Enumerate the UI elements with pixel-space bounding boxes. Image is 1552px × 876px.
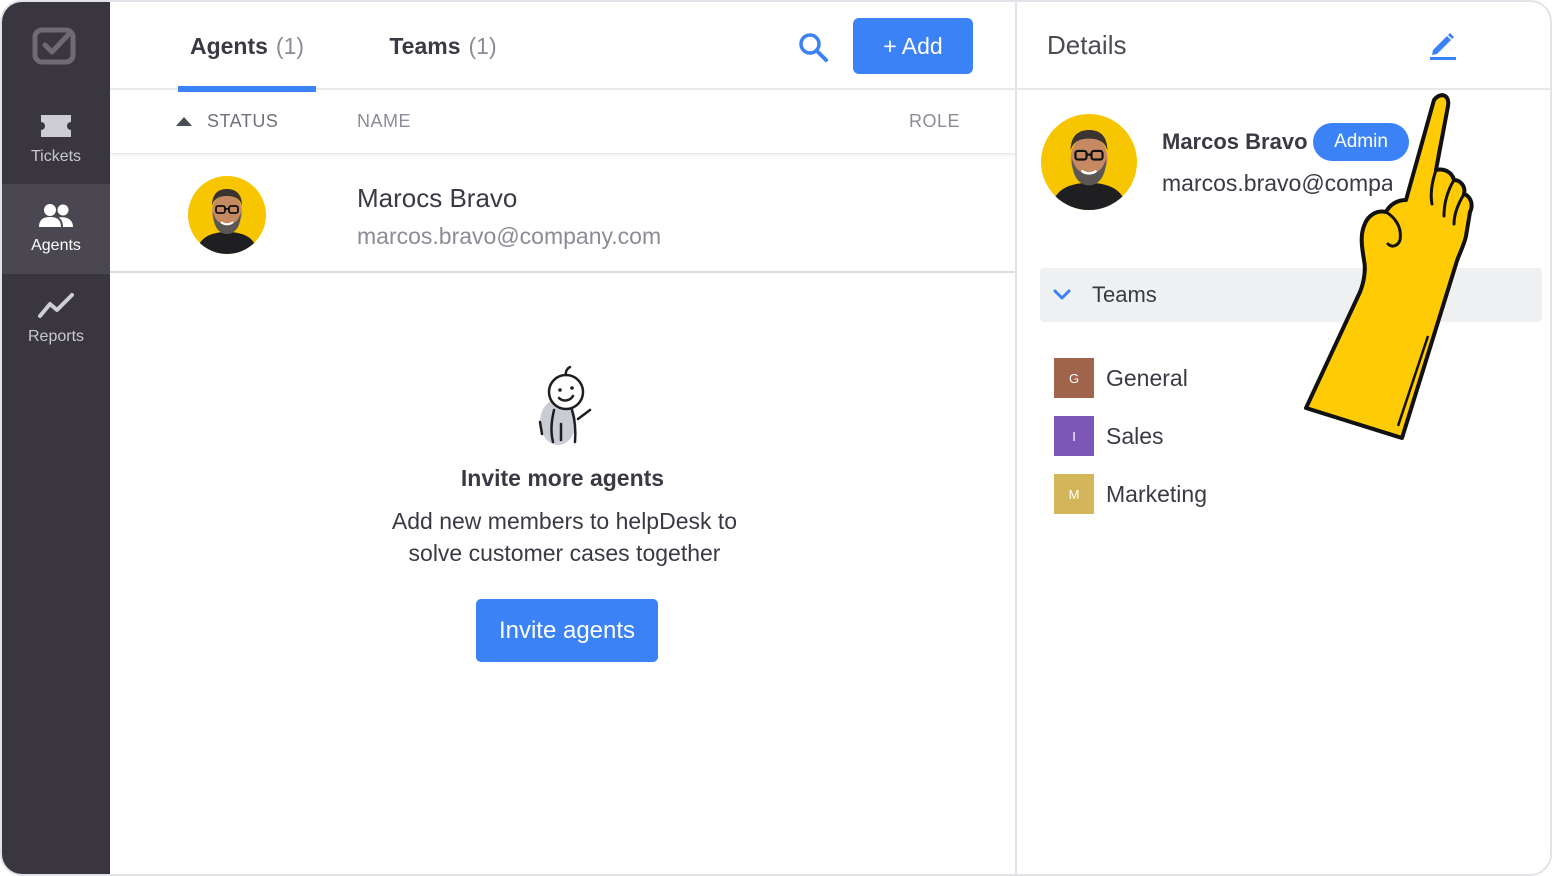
invite-illustration-icon: [538, 365, 592, 445]
sidebar-item-label: Tickets: [30, 148, 82, 165]
team-name: Marketing: [1106, 480, 1207, 507]
details-title: Details: [1047, 30, 1127, 60]
tab-bar: Agents (1) Teams (1) + Add: [110, 2, 1015, 92]
invite-agents-button[interactable]: Invite agents: [476, 599, 658, 662]
edit-pencil-icon[interactable]: [1425, 28, 1459, 62]
chart-line-icon: [38, 293, 74, 318]
tab-teams[interactable]: Teams (1): [378, 2, 508, 90]
sidebar-item-label: Reports: [27, 328, 85, 345]
agent-email: marcos.bravo@company.com: [357, 223, 662, 249]
ticket-icon: [41, 115, 71, 137]
app-logo-icon[interactable]: [32, 26, 76, 66]
teams-section-toggle[interactable]: Teams: [1040, 268, 1542, 322]
sidebar-item-reports[interactable]: Reports: [2, 274, 110, 364]
role-badge: Admin: [1313, 123, 1409, 161]
sidebar-item-tickets[interactable]: Tickets: [2, 94, 110, 184]
sort-ascending-icon: [176, 117, 192, 126]
avatar: [1041, 114, 1137, 210]
team-name: General: [1106, 364, 1188, 391]
team-item-general[interactable]: G General: [1054, 358, 1188, 398]
details-name: Marcos Bravo: [1162, 129, 1308, 154]
team-name: Sales: [1106, 422, 1164, 449]
agents-icon: [39, 204, 73, 227]
team-initial-badge: G: [1054, 358, 1094, 398]
column-header-name[interactable]: NAME: [357, 111, 411, 132]
team-item-sales[interactable]: I Sales: [1054, 416, 1164, 456]
empty-state-title: Invite more agents: [460, 465, 665, 491]
team-item-marketing[interactable]: M Marketing: [1054, 474, 1207, 514]
tab-count: (1): [275, 32, 305, 59]
teams-section-label: Teams: [1092, 282, 1157, 307]
tab-count: (1): [468, 32, 497, 59]
table-row[interactable]: Marocs Bravo marcos.bravo@company.com: [110, 155, 1015, 273]
search-icon[interactable]: [796, 30, 830, 64]
sidebar-item-label: Agents: [31, 237, 81, 254]
agent-name: Marocs Bravo: [357, 183, 518, 213]
details-panel: Details Marcos Bravo Admin marcos.bravo@…: [1015, 2, 1550, 874]
table-header: STATUS NAME ROLE: [110, 92, 1015, 154]
details-email: marcos.bravo@company.com: [1162, 170, 1392, 196]
tab-agents[interactable]: Agents (1): [178, 2, 316, 92]
avatar: [188, 176, 266, 254]
column-header-status[interactable]: STATUS: [176, 111, 278, 132]
app-window: Tickets Agents Reports Agents (1) Teams …: [0, 0, 1552, 876]
sidebar-item-agents[interactable]: Agents: [2, 184, 110, 274]
tab-label: Teams: [389, 32, 461, 59]
sidebar: Tickets Agents Reports: [2, 2, 110, 874]
column-label: STATUS: [207, 111, 279, 131]
add-button[interactable]: + Add: [853, 18, 973, 74]
chevron-down-icon: [1053, 289, 1071, 300]
column-header-role[interactable]: ROLE: [909, 111, 960, 132]
team-initial-badge: M: [1054, 474, 1094, 514]
tab-label: Agents: [189, 32, 268, 59]
empty-state-text: Add new members to helpDesk to solve cus…: [391, 508, 738, 566]
details-header: Details: [1017, 2, 1550, 90]
agents-panel: Agents (1) Teams (1) + Add STATUS NAME R…: [110, 2, 1015, 874]
team-initial-badge: I: [1054, 416, 1094, 456]
